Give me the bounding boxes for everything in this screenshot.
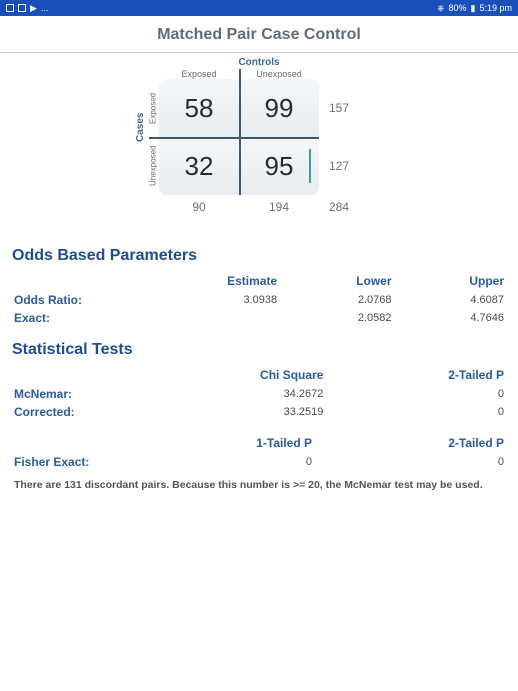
fisher-label: Fisher Exact: — [12, 453, 122, 471]
table-row: Fisher Exact: 0 0 — [12, 453, 506, 471]
cell-b-input[interactable] — [249, 93, 309, 124]
clock-text: 5:19 pm — [479, 3, 512, 13]
row1-total: 157 — [319, 79, 359, 137]
battery-text: 80% — [449, 3, 467, 13]
cell-c[interactable] — [159, 137, 239, 195]
stop-icon — [18, 4, 26, 12]
grid-divider-horizontal — [149, 137, 319, 139]
status-bar: ▶ ... ⎈ 80% ▮ 5:19 pm — [0, 0, 518, 16]
corrected-p2: 0 — [325, 403, 506, 421]
grid-divider-vertical — [239, 69, 241, 195]
table-row: McNemar: 34.2672 0 — [12, 385, 506, 403]
cell-a[interactable] — [159, 79, 239, 137]
col1-total: 90 — [159, 195, 239, 219]
odds-ratio-lower: 2.0768 — [279, 291, 393, 309]
odds-table: Estimate Lower Upper Odds Ratio: 3.0938 … — [12, 271, 506, 327]
odds-ratio-upper: 4.6087 — [394, 291, 506, 309]
col-unexposed-label: Unexposed — [239, 69, 319, 79]
exact-lower: 2.0582 — [279, 309, 393, 327]
cell-d-input[interactable] — [249, 151, 309, 182]
grand-total: 284 — [319, 195, 359, 219]
battery-icon: ▮ — [471, 3, 476, 14]
row2-total: 127 — [319, 137, 359, 195]
odds-h-upper: Upper — [394, 271, 506, 291]
fisher-p2: 0 — [314, 453, 506, 471]
corrected-chi: 33.2519 — [122, 403, 325, 421]
odds-ratio-label: Odds Ratio: — [12, 291, 122, 309]
row-exposed-label: Exposed — [147, 79, 159, 137]
stats-h-2p-b: 2-Tailed P — [314, 433, 506, 453]
image-icon — [6, 4, 14, 12]
odds-h-estimate: Estimate — [122, 271, 279, 291]
stats-table-2: 1-Tailed P 2-Tailed P Fisher Exact: 0 0 — [12, 433, 506, 471]
corrected-label: Corrected: — [12, 403, 122, 421]
matched-pair-grid: Controls Cases Exposed Unexposed Exposed… — [0, 53, 518, 233]
mcnemar-p2: 0 — [325, 385, 506, 403]
text-cursor — [309, 149, 311, 183]
odds-ratio-estimate: 3.0938 — [122, 291, 279, 309]
status-left: ▶ ... — [6, 3, 48, 14]
stats-h-1p: 1-Tailed P — [122, 433, 314, 453]
page-title: Matched Pair Case Control — [0, 16, 518, 53]
mcnemar-chi: 34.2672 — [122, 385, 325, 403]
odds-h-lower: Lower — [279, 271, 393, 291]
stats-table-1: Chi Square 2-Tailed P McNemar: 34.2672 0… — [12, 365, 506, 421]
odds-heading: Odds Based Parameters — [12, 247, 506, 265]
exact-upper: 4.7646 — [394, 309, 506, 327]
table-row: Exact: 2.0582 4.7646 — [12, 309, 506, 327]
controls-label: Controls — [159, 57, 359, 68]
wifi-icon: ⎈ — [437, 3, 444, 14]
stats-h-chi: Chi Square — [122, 365, 325, 385]
status-dots: ... — [41, 3, 49, 13]
cell-a-input[interactable] — [169, 93, 229, 124]
exact-label: Exact: — [12, 309, 122, 327]
fisher-p1: 0 — [122, 453, 314, 471]
mcnemar-label: McNemar: — [12, 385, 122, 403]
table-row: Corrected: 33.2519 0 — [12, 403, 506, 421]
status-right: ⎈ 80% ▮ 5:19 pm — [437, 3, 512, 14]
row-unexposed-label: Unexposed — [147, 137, 159, 195]
stats-h-2p: 2-Tailed P — [325, 365, 506, 385]
play-icon: ▶ — [30, 3, 37, 14]
cell-d[interactable] — [239, 137, 319, 195]
stats-heading: Statistical Tests — [12, 341, 506, 359]
cases-label: Cases — [135, 59, 146, 195]
table-row: Odds Ratio: 3.0938 2.0768 4.6087 — [12, 291, 506, 309]
cell-c-input[interactable] — [169, 151, 229, 182]
discordant-note: There are 131 discordant pairs. Because … — [12, 471, 506, 499]
exact-estimate — [122, 309, 279, 327]
cell-b[interactable] — [239, 79, 319, 137]
col-exposed-label: Exposed — [159, 69, 239, 79]
col2-total: 194 — [239, 195, 319, 219]
